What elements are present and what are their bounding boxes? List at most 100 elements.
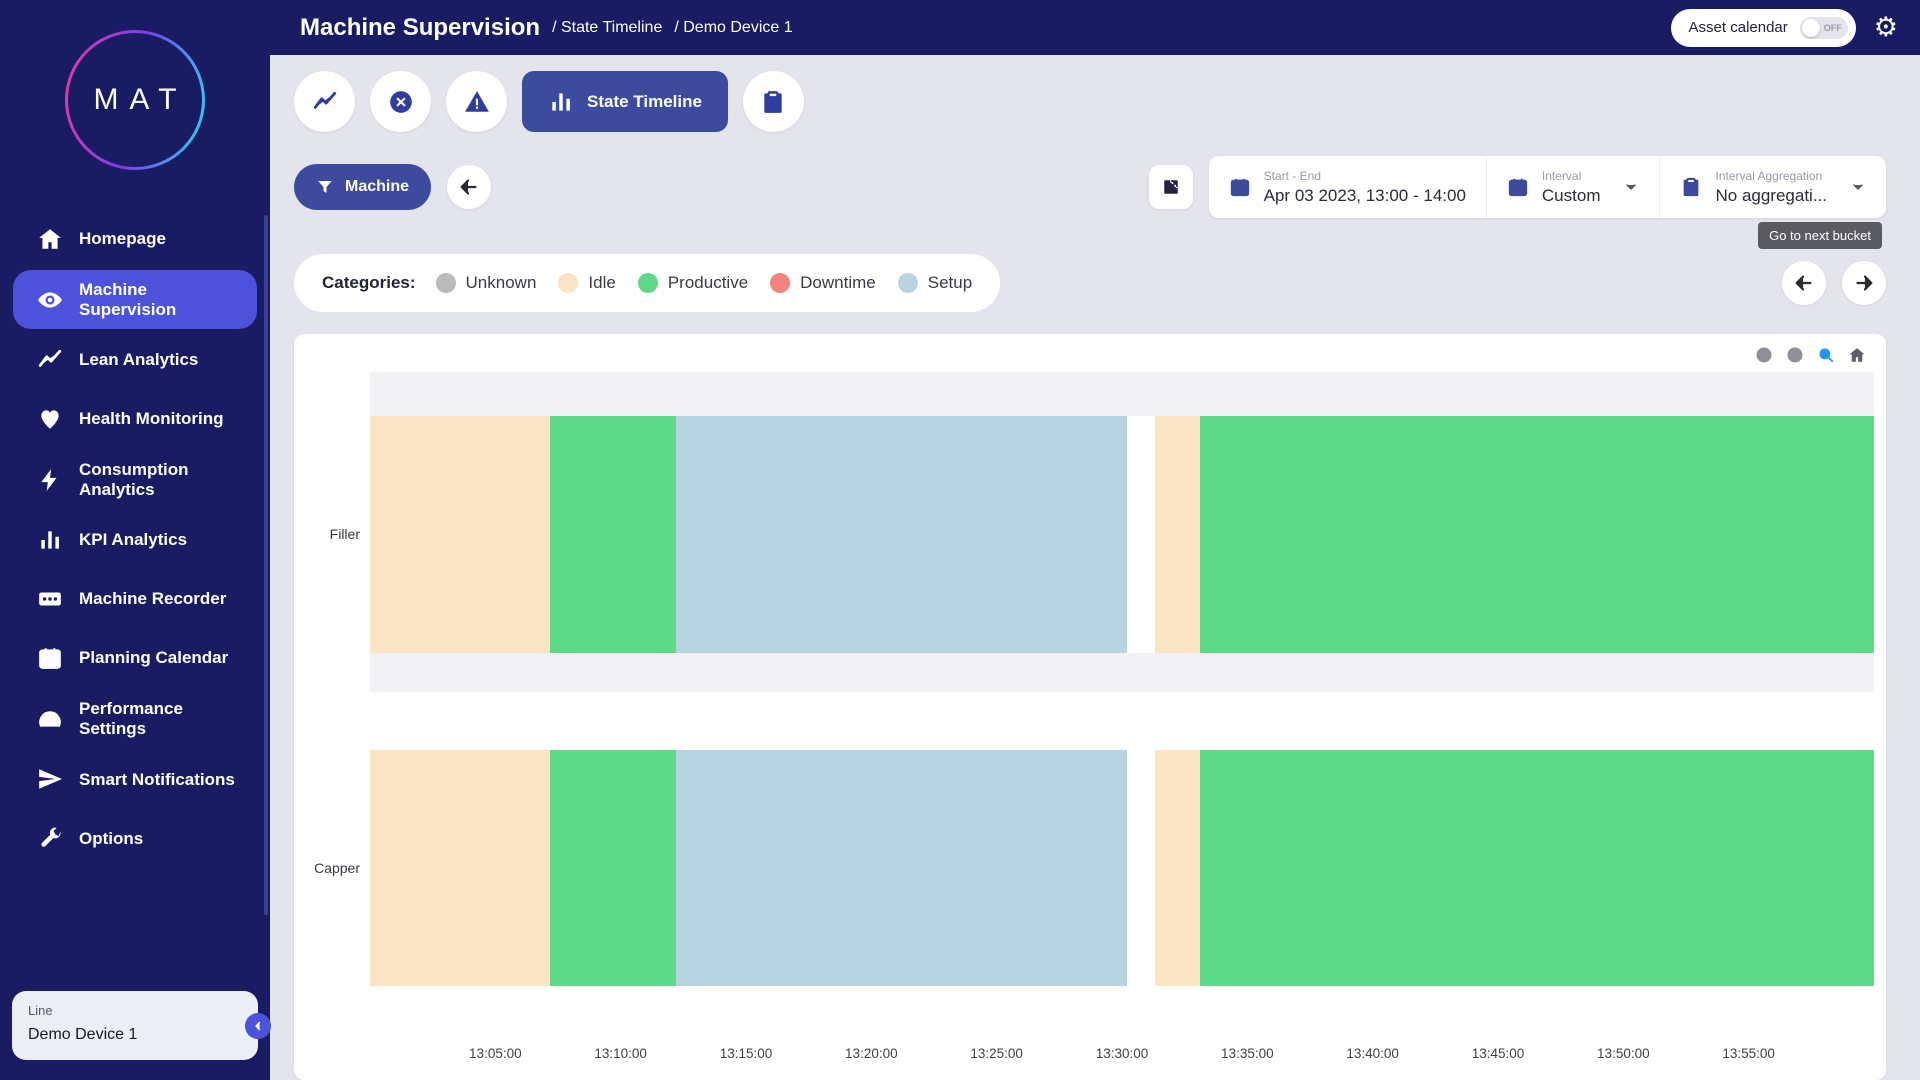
sidebar-item[interactable]: Machine Supervision [13, 270, 257, 329]
timeline-plot[interactable]: Filler Capper [370, 372, 1874, 1040]
tab-trend-button[interactable] [294, 71, 355, 132]
legend-title: Categories: [322, 273, 416, 293]
app: MAT Homepage Machine Supervision Lean An… [0, 0, 1920, 1080]
state-timeline-chart: Filler Capper 13:05:0013:10:0013:15:0013… [294, 334, 1886, 1080]
state-segment-idle[interactable] [1155, 416, 1200, 653]
toggle-state-label: OFF [1824, 23, 1842, 33]
x-axis-label: 13:45:00 [1472, 1046, 1525, 1061]
logo-ring: MAT [65, 30, 205, 170]
funnel-icon [316, 178, 334, 196]
sidebar-nav: Homepage Machine Supervision Lean Analyt… [0, 194, 270, 983]
state-segment-productive[interactable] [550, 750, 675, 986]
calendar-icon [37, 645, 63, 671]
interval-select[interactable]: Interval Custom [1486, 156, 1660, 218]
state-segment-idle[interactable] [1155, 750, 1200, 986]
x-axis-label: 13:10:00 [594, 1046, 647, 1061]
sidebar-item[interactable]: Health Monitoring [13, 391, 257, 447]
sidebar-item[interactable]: Homepage [13, 211, 257, 267]
legend-color-dot [898, 273, 918, 293]
state-segment-idle[interactable] [370, 416, 550, 653]
machine-filter-label: Machine [345, 178, 409, 196]
zoom-out-icon[interactable] [1786, 346, 1804, 364]
legend-item: Downtime [770, 273, 876, 293]
row-label-capper: Capper [294, 860, 360, 876]
x-axis-label: 13:55:00 [1722, 1046, 1775, 1061]
sidebar-item[interactable]: Machine Recorder [13, 571, 257, 627]
next-bucket-tooltip: Go to next bucket [1758, 222, 1882, 249]
trend-icon [312, 89, 338, 115]
zoom-in-icon[interactable] [1755, 346, 1773, 364]
device-card[interactable]: Line Demo Device 1 [12, 991, 258, 1060]
aggregation-select[interactable]: Interval Aggregation No aggregati... [1659, 156, 1886, 218]
capper-state-bar [370, 750, 1874, 986]
legend-row: Categories: Unknown Idle [294, 254, 1886, 312]
state-segment-productive[interactable] [1200, 750, 1874, 986]
legend-color-dot [770, 273, 790, 293]
sidebar-item[interactable]: Performance Settings [13, 689, 257, 748]
sidebar-item[interactable]: Consumption Analytics [13, 450, 257, 509]
calendar-icon [1229, 176, 1251, 198]
sidebar: MAT Homepage Machine Supervision Lean An… [0, 0, 270, 1080]
tab-state-timeline[interactable]: State Timeline [522, 71, 728, 132]
legend-color-dot [558, 273, 578, 293]
x-circle-icon [388, 89, 414, 115]
trend-icon [37, 347, 63, 373]
tab-alerts-button[interactable] [446, 71, 507, 132]
state-segment-idle[interactable] [370, 750, 550, 986]
asset-calendar-toggle[interactable]: Asset calendar OFF [1671, 9, 1856, 47]
aggregation-label: Interval Aggregation [1715, 169, 1827, 183]
sidebar-item[interactable]: KPI Analytics [13, 512, 257, 568]
recorder-icon [37, 586, 63, 612]
open-external-button[interactable] [1149, 165, 1193, 209]
content: State Timeline Machine [270, 55, 1920, 1080]
start-end-label: Start - End [1264, 169, 1466, 183]
machine-filter-button[interactable]: Machine [294, 164, 431, 210]
main-area: Machine Supervision / State Timeline / D… [270, 0, 1920, 1080]
tab-errors-button[interactable] [370, 71, 431, 132]
x-axis: 13:05:0013:10:0013:15:0013:20:0013:25:00… [370, 1046, 1874, 1068]
clipboard-icon [760, 89, 786, 115]
sidebar-item[interactable]: Lean Analytics [13, 332, 257, 388]
tabs-row: State Timeline [294, 71, 1886, 132]
tab-report-button[interactable] [743, 71, 804, 132]
device-name: Demo Device 1 [28, 1026, 242, 1044]
gauge-icon [37, 706, 63, 732]
state-segment-setup[interactable] [676, 750, 1127, 986]
wrench-icon [37, 825, 63, 851]
calendar-icon [1507, 176, 1529, 198]
bolt-icon [37, 467, 63, 493]
external-link-icon [1161, 177, 1181, 197]
state-segment-setup[interactable] [676, 416, 1127, 653]
x-axis-label: 13:50:00 [1597, 1046, 1650, 1061]
row-label-filler: Filler [294, 526, 360, 542]
sidebar-item[interactable]: Options [13, 810, 257, 866]
state-segment-productive[interactable] [1200, 416, 1874, 653]
date-range-picker[interactable]: Start - End Apr 03 2023, 13:00 - 14:00 [1209, 156, 1486, 218]
warning-triangle-icon [464, 89, 490, 115]
sidebar-collapse-button[interactable] [245, 1013, 271, 1039]
date-controls-card: Start - End Apr 03 2023, 13:00 - 14:00 I… [1209, 156, 1886, 218]
state-segment-productive[interactable] [550, 416, 675, 653]
legend-item: Setup [898, 273, 972, 293]
sidebar-item[interactable]: Smart Notifications [13, 751, 257, 807]
filler-state-bar [370, 416, 1874, 653]
zoom-select-icon[interactable] [1817, 346, 1835, 364]
eye-icon [37, 287, 63, 313]
settings-gear-icon[interactable]: ⚙ [1874, 14, 1898, 41]
home-icon [37, 226, 63, 252]
breadcrumb-device: / Demo Device 1 [674, 19, 792, 37]
toggle-off[interactable]: OFF [1800, 17, 1848, 39]
legend-item: Idle [558, 273, 615, 293]
previous-bucket-button[interactable] [1782, 261, 1826, 305]
chevron-down-icon [1623, 179, 1639, 195]
interval-value: Custom [1542, 186, 1601, 206]
reset-zoom-home-icon[interactable] [1848, 346, 1866, 364]
sidebar-item[interactable]: Planning Calendar [13, 630, 257, 686]
back-button[interactable] [447, 165, 491, 209]
toggle-knob [1802, 19, 1820, 37]
logo: MAT [0, 0, 270, 194]
next-bucket-button[interactable] [1842, 261, 1886, 305]
categories-legend: Categories: Unknown Idle [294, 254, 1000, 312]
arrow-right-icon [1853, 272, 1875, 294]
chevron-down-icon [1850, 179, 1866, 195]
